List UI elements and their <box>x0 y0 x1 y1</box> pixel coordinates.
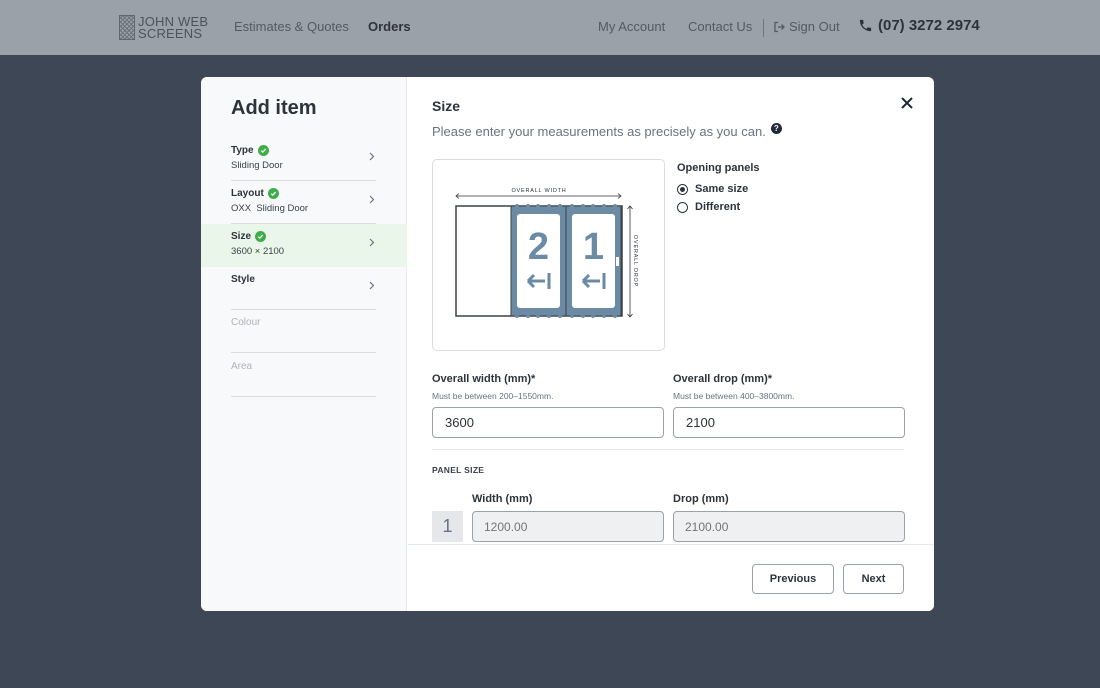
help-icon[interactable]: ? <box>770 123 782 134</box>
overall-width-hint: Must be between 200–1550mm. <box>432 391 554 401</box>
panel-1-number: 1 <box>583 226 604 268</box>
panel-drop-input <box>673 511 905 542</box>
size-form: Size Please enter your measurements as p… <box>408 77 934 611</box>
step-colour-title: Colour <box>231 317 261 328</box>
chevron-right-icon <box>369 281 375 293</box>
step-size[interactable]: Size 3600 × 2100 <box>201 224 407 267</box>
panel-number-badge: 1 <box>432 511 463 542</box>
divider <box>432 449 904 450</box>
step-layout-title: Layout <box>231 188 264 199</box>
check-circle-icon <box>255 231 267 242</box>
previous-button[interactable]: Previous <box>752 564 834 594</box>
phone-link[interactable]: (07) 3272 2974 <box>858 17 980 34</box>
radio-checked-icon <box>677 183 688 195</box>
overall-width-input[interactable] <box>432 407 664 438</box>
overall-width-label: OVERALL WIDTH <box>511 188 566 194</box>
check-circle-icon <box>257 145 269 156</box>
sign-out-link[interactable]: Sign Out <box>773 19 840 34</box>
section-title: Size <box>432 98 461 114</box>
overall-drop-hint: Must be between 400–3800mm. <box>673 391 795 401</box>
radio-unchecked-icon <box>677 201 688 213</box>
sign-out-icon <box>774 21 785 32</box>
panel-width-input <box>472 511 664 542</box>
close-icon <box>901 97 913 109</box>
step-style-title: Style <box>231 274 255 285</box>
brand-logo[interactable]: JOHN WEB SCREENS <box>119 15 208 40</box>
step-size-title: Size <box>231 231 252 242</box>
radio-same-size-label: Same size <box>695 183 749 195</box>
overall-width-label: Overall width (mm)* <box>432 373 536 385</box>
nav-divider <box>763 19 764 37</box>
check-circle-icon <box>267 188 279 199</box>
nav-my-account[interactable]: My Account <box>598 19 665 34</box>
steps-sidebar: Add item Type Sliding Door Layout OXX Sl… <box>201 77 407 611</box>
phone-icon <box>859 19 872 32</box>
step-layout-value: OXX Sliding Door <box>231 203 309 214</box>
phone-number: (07) 3272 2974 <box>878 17 980 34</box>
close-button[interactable] <box>899 95 915 111</box>
step-colour: Colour <box>201 310 407 353</box>
door-handle <box>616 257 619 266</box>
nav-estimates-quotes[interactable]: Estimates & Quotes <box>234 19 349 34</box>
add-item-modal: Add item Type Sliding Door Layout OXX Sl… <box>201 77 934 611</box>
modal-footer: Previous Next <box>408 544 934 611</box>
logo-mesh-icon <box>119 15 135 40</box>
radio-different[interactable]: Different <box>677 201 740 213</box>
step-type[interactable]: Type Sliding Door <box>201 138 407 181</box>
next-button[interactable]: Next <box>843 564 904 594</box>
step-layout[interactable]: Layout OXX Sliding Door <box>201 181 407 224</box>
overall-drop-label: Overall drop (mm)* <box>673 373 773 385</box>
radio-different-label: Different <box>695 201 741 213</box>
logo-line-2: SCREENS <box>138 25 203 41</box>
chevron-right-icon <box>369 238 375 250</box>
door-diagram: OVERALL WIDTH OVERALL DROP 2 1 <box>432 159 665 351</box>
step-type-value: Sliding Door <box>231 160 283 171</box>
sliding-door-illustration: OVERALL WIDTH OVERALL DROP 2 1 <box>455 188 638 318</box>
sign-out-label: Sign Out <box>789 19 840 34</box>
step-style[interactable]: Style <box>201 267 407 310</box>
step-size-value: 3600 × 2100 <box>231 246 285 257</box>
logo-text: JOHN WEB SCREENS <box>138 15 208 41</box>
overall-drop-input[interactable] <box>673 407 905 438</box>
chevron-right-icon <box>369 195 375 207</box>
top-navigation: JOHN WEB SCREENS Estimates & Quotes Orde… <box>0 0 1100 55</box>
section-description: Please enter your measurements as precis… <box>432 124 766 139</box>
radio-same-size[interactable]: Same size <box>677 183 748 195</box>
step-area: Area <box>201 354 407 397</box>
step-type-title: Type <box>231 145 254 156</box>
nav-orders[interactable]: Orders <box>368 19 411 34</box>
overall-drop-label: OVERALL DROP <box>632 235 638 287</box>
chevron-right-icon <box>369 152 375 164</box>
nav-contact-us[interactable]: Contact Us <box>688 19 752 34</box>
panel-width-label: Width (mm) <box>472 493 533 505</box>
panel-drop-label: Drop (mm) <box>673 493 729 505</box>
step-area-title: Area <box>231 361 253 372</box>
panel-2-number: 2 <box>528 226 549 268</box>
modal-heading: Add item <box>231 97 317 119</box>
panel-size-caption: PANEL SIZE <box>432 465 485 475</box>
opening-panels-title: Opening panels <box>677 162 760 174</box>
